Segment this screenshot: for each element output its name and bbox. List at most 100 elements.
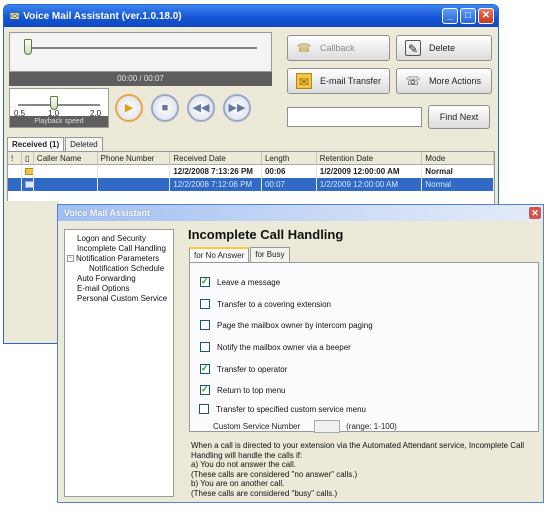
time-display: 00:00 / 00:07 xyxy=(9,72,272,86)
rewind-button[interactable]: ◀◀ xyxy=(187,94,215,122)
row-flag xyxy=(8,178,22,191)
option-intercom-paging[interactable]: Page the mailbox owner by intercom pagin… xyxy=(200,320,373,330)
row-length: 00:07 xyxy=(262,178,317,191)
fast-forward-button[interactable]: ▶▶ xyxy=(223,94,251,122)
envelope-open-icon xyxy=(24,181,33,188)
tab-busy[interactable]: for Busy xyxy=(250,247,290,262)
table-row[interactable]: 12/2/2008 7:13:26 PM 00:06 1/2/2009 12:0… xyxy=(8,165,494,178)
maximize-button[interactable]: □ xyxy=(460,8,476,24)
custom-service-number-input[interactable] xyxy=(314,420,341,433)
speed-track[interactable] xyxy=(18,104,100,106)
row-received: 12/2/2008 7:12:06 PM xyxy=(170,178,262,191)
custom-service-range: (range: 1-100) xyxy=(346,422,397,431)
phone-tools-icon: ☏ xyxy=(405,74,421,88)
tab-no-answer[interactable]: for No Answer xyxy=(189,247,250,262)
tab-received[interactable]: Received (1) xyxy=(7,137,65,151)
checkbox-leave-message[interactable] xyxy=(200,276,210,287)
callback-label: Callback xyxy=(320,43,355,53)
play-button[interactable]: ▶ xyxy=(115,94,143,122)
speed-knob[interactable] xyxy=(50,96,58,110)
nav-item-personal-custom-service[interactable]: Personal Custom Service xyxy=(65,294,173,304)
seek-knob[interactable] xyxy=(24,39,32,55)
table-row[interactable]: 12/2/2008 7:12:06 PM 00:07 1/2/2009 12:0… xyxy=(8,178,494,191)
option-transfer-covering[interactable]: Transfer to a covering extension xyxy=(200,299,331,309)
custom-service-number-label: Custom Service Number xyxy=(213,422,301,431)
column-received-date[interactable]: Received Date xyxy=(170,151,262,165)
nav-item-notification-parameters[interactable]: - Notification Parameters xyxy=(65,254,173,264)
player-panel: 00:00 / 00:07 0.5 1.0 2.0 Playback speed… xyxy=(9,32,272,130)
description-text: When a call is directed to your extensio… xyxy=(191,441,525,498)
main-titlebar[interactable]: ✉ Voice Mail Assistant (ver.1.0.18.0) xyxy=(4,5,498,27)
page-title: Incomplete Call Handling xyxy=(188,227,344,242)
checkbox-transfer-covering[interactable] xyxy=(200,299,210,309)
option-label: Page the mailbox owner by intercom pagin… xyxy=(217,320,373,330)
column-retention-date[interactable]: Retention Date xyxy=(317,151,423,165)
stop-icon: ■ xyxy=(161,102,169,114)
delete-button[interactable]: ✎ Delete xyxy=(396,35,492,61)
row-caller xyxy=(34,165,98,178)
row-received: 12/2/2008 7:13:26 PM xyxy=(170,165,262,178)
row-flag xyxy=(8,165,22,178)
phone-icon: ☎ xyxy=(296,41,312,55)
nav-item-notification-schedule[interactable]: Notification Schedule xyxy=(65,264,173,274)
dialog-titlebar[interactable]: Voice Mail Assistant xyxy=(58,205,543,221)
column-phone-number[interactable]: Phone Number xyxy=(98,151,171,165)
checkbox-transfer-operator[interactable] xyxy=(200,363,210,374)
email-transfer-label: E-mail Transfer xyxy=(320,76,382,86)
more-actions-label: More Actions xyxy=(429,76,482,86)
row-caller xyxy=(34,178,98,191)
column-caller-name[interactable]: Caller Name xyxy=(34,151,98,165)
tab-deleted[interactable]: Deleted xyxy=(65,137,103,151)
row-phone xyxy=(98,178,171,191)
settings-dialog: Voice Mail Assistant ✕ Logon and Securit… xyxy=(57,204,544,503)
nav-item-logon-security[interactable]: Logon and Security xyxy=(65,234,173,244)
checkbox-custom-service-menu[interactable] xyxy=(199,404,209,414)
column-priority[interactable]: ! xyxy=(8,151,22,165)
option-label: Notify the mailbox owner via a beeper xyxy=(217,342,351,352)
stop-button[interactable]: ■ xyxy=(151,94,179,122)
close-icon: ✕ xyxy=(531,208,539,218)
message-tabs: Received (1) Deleted xyxy=(7,137,104,151)
option-label: Transfer to specified custom service men… xyxy=(216,404,366,414)
checkbox-notify-beeper[interactable] xyxy=(200,342,210,352)
find-next-button[interactable]: Find Next xyxy=(428,105,490,129)
option-leave-message[interactable]: Leave a message xyxy=(200,276,280,287)
envelope-closed-icon xyxy=(24,168,33,175)
option-custom-service-menu[interactable]: Transfer to specified custom service men… xyxy=(199,404,366,414)
checkbox-intercom-paging[interactable] xyxy=(200,320,210,330)
speed-caption: Playback speed xyxy=(10,116,108,127)
option-label: Return to top menu xyxy=(217,385,286,395)
callback-button[interactable]: ☎ Callback xyxy=(287,35,390,61)
collapse-icon[interactable]: - xyxy=(67,255,74,262)
column-mode[interactable]: Mode xyxy=(422,151,494,165)
option-label: Transfer to a covering extension xyxy=(217,299,331,309)
nav-item-incomplete-call-handling[interactable]: Incomplete Call Handling xyxy=(65,244,173,254)
rewind-icon: ◀◀ xyxy=(192,102,210,114)
main-window-title: Voice Mail Assistant (ver.1.0.18.0) xyxy=(23,10,182,22)
row-icon-cell xyxy=(22,165,34,178)
page-icon: ▯ xyxy=(24,153,30,163)
nav-item-auto-forwarding[interactable]: Auto Forwarding xyxy=(65,274,173,284)
dialog-close-button[interactable]: ✕ xyxy=(529,207,541,219)
option-return-top-menu[interactable]: Return to top menu xyxy=(200,384,286,395)
checkbox-return-top-menu[interactable] xyxy=(200,384,210,395)
row-retention: 1/2/2009 12:00:00 AM xyxy=(317,178,423,191)
option-transfer-operator[interactable]: Transfer to operator xyxy=(200,363,288,374)
play-icon: ▶ xyxy=(124,102,134,114)
option-label: Transfer to operator xyxy=(217,364,288,374)
row-phone xyxy=(98,165,171,178)
row-length: 00:06 xyxy=(262,165,317,178)
minimize-button[interactable]: _ xyxy=(442,8,458,24)
nav-item-email-options[interactable]: E-mail Options xyxy=(65,284,173,294)
close-button[interactable]: ✕ xyxy=(478,8,494,24)
column-length[interactable]: Length xyxy=(262,151,317,165)
option-notify-beeper[interactable]: Notify the mailbox owner via a beeper xyxy=(200,342,351,352)
custom-service-number-row: Custom Service Number (range: 1-100) xyxy=(213,420,397,433)
find-input[interactable] xyxy=(287,107,422,127)
column-type[interactable]: ▯ xyxy=(22,151,34,165)
seek-bar[interactable] xyxy=(9,32,272,72)
email-transfer-button[interactable]: ✉ E-mail Transfer xyxy=(287,68,390,94)
list-side-gutter xyxy=(7,201,59,341)
more-actions-button[interactable]: ☏ More Actions xyxy=(396,68,492,94)
row-mode: Normal xyxy=(422,165,494,178)
